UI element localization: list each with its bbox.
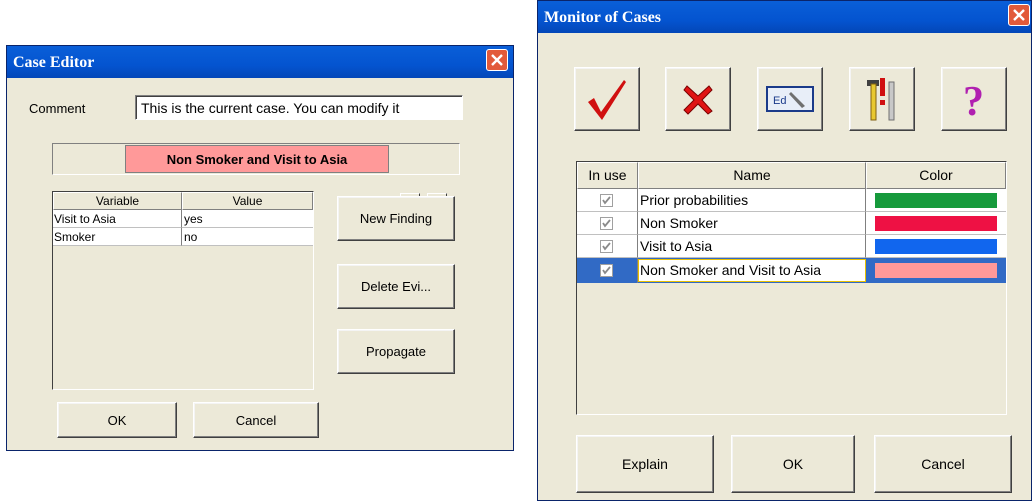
help-icon: ?	[963, 79, 984, 121]
color-swatch	[875, 216, 997, 231]
check-icon	[602, 242, 611, 251]
case-name-cell[interactable]: Non Smoker	[638, 212, 866, 235]
table-row[interactable]: Visit to Asia	[577, 235, 1006, 258]
delete-evidence-button[interactable]: Delete Evi...	[337, 264, 455, 309]
in-use-checkbox[interactable]	[600, 240, 613, 253]
table-row[interactable]: Prior probabilities	[577, 189, 1006, 212]
in-use-checkbox[interactable]	[600, 194, 613, 207]
value-cell[interactable]: yes	[182, 210, 313, 228]
cases-table[interactable]: In use Name Color Prior probabilities No…	[576, 161, 1007, 415]
accept-button[interactable]	[574, 67, 640, 131]
in-use-cell	[577, 235, 638, 258]
check-icon	[602, 196, 611, 205]
tools-button[interactable]	[849, 67, 915, 131]
edit-icon: Ed	[766, 86, 814, 112]
column-header-color[interactable]: Color	[866, 162, 1006, 189]
color-swatch	[875, 239, 997, 254]
in-use-cell	[577, 189, 638, 212]
edit-case-button[interactable]: Ed	[757, 67, 823, 131]
variable-cell: Visit to Asia	[53, 210, 182, 228]
table-row-selected[interactable]: Non Smoker and Visit to Asia	[577, 258, 1006, 283]
case-name: Non Smoker and Visit to Asia	[166, 151, 348, 167]
help-button[interactable]: ?	[941, 67, 1007, 131]
case-editor-window: Case Editor Comment This is the current …	[6, 45, 514, 451]
comment-value: This is the current case. You can modify…	[141, 100, 400, 116]
check-icon	[602, 219, 611, 228]
in-use-cell	[577, 212, 638, 235]
table-row[interactable]: Visit to Asia yes	[53, 210, 313, 228]
monitor-title: Monitor of Cases	[544, 9, 662, 26]
column-header-in-use[interactable]: In use	[577, 162, 638, 189]
svg-text:?: ?	[963, 79, 984, 121]
table-row[interactable]: Non Smoker	[577, 212, 1006, 235]
tools-icon	[867, 78, 895, 121]
in-use-checkbox[interactable]	[600, 264, 613, 277]
table-row[interactable]: Smoker no	[53, 228, 313, 246]
column-header-variable[interactable]: Variable	[53, 192, 182, 210]
new-finding-button[interactable]: New Finding	[337, 196, 455, 241]
delete-case-button[interactable]	[665, 67, 731, 131]
case-color-cell[interactable]	[866, 235, 1006, 258]
comment-label: Comment	[29, 101, 86, 116]
current-case-display: Non Smoker and Visit to Asia	[125, 145, 389, 173]
in-use-cell	[577, 258, 638, 283]
color-swatch	[875, 193, 997, 208]
svg-text:Ed: Ed	[773, 95, 786, 107]
case-name-cell[interactable]: Visit to Asia	[638, 235, 866, 258]
close-icon[interactable]	[1008, 4, 1030, 26]
comment-field[interactable]: This is the current case. You can modify…	[135, 95, 463, 120]
ok-button[interactable]: OK	[57, 402, 177, 438]
case-editor-title: Case Editor	[13, 54, 95, 71]
case-editor-titlebar[interactable]: Case Editor	[7, 46, 513, 78]
case-name-cell[interactable]: Non Smoker and Visit to Asia	[638, 259, 866, 282]
red-x-icon	[683, 85, 713, 115]
findings-table[interactable]: Variable Value Visit to Asia yes Smoker …	[52, 191, 314, 390]
column-header-value[interactable]: Value	[182, 192, 313, 210]
ok-button[interactable]: OK	[731, 435, 855, 493]
in-use-checkbox[interactable]	[600, 217, 613, 230]
propagate-button[interactable]: Propagate	[337, 329, 455, 374]
close-icon[interactable]	[486, 49, 508, 71]
case-color-cell[interactable]	[866, 258, 1006, 283]
case-color-cell[interactable]	[866, 212, 1006, 235]
value-cell[interactable]: no	[182, 228, 313, 246]
explain-button[interactable]: Explain	[576, 435, 714, 493]
column-header-name[interactable]: Name	[638, 162, 866, 189]
check-icon	[602, 266, 611, 275]
color-swatch	[875, 263, 997, 278]
case-name-cell[interactable]: Prior probabilities	[638, 189, 866, 212]
cancel-button[interactable]: Cancel	[193, 402, 319, 438]
monitor-window: Monitor of Cases Ed ? In use Name Color …	[537, 0, 1032, 501]
cancel-button[interactable]: Cancel	[874, 435, 1012, 493]
checkmark-icon	[588, 80, 626, 120]
case-color-cell[interactable]	[866, 189, 1006, 212]
monitor-titlebar[interactable]: Monitor of Cases	[538, 1, 1031, 33]
variable-cell: Smoker	[53, 228, 182, 246]
